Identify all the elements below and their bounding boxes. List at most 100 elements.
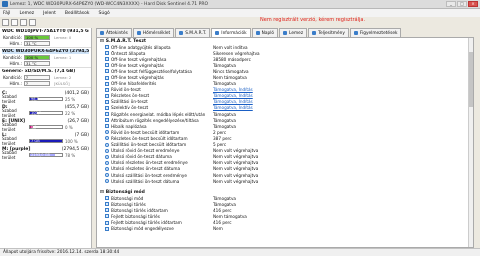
info-content: ⊟ S.M.A.R.T. Teszt Off-line adatgyűjtés … [96, 37, 474, 248]
status-icon [105, 124, 109, 129]
smart-row-value[interactable]: Támogatva, Indítás [213, 93, 283, 98]
scrollbar-thumb[interactable] [469, 52, 473, 107]
tab-3[interactable]: Információk [211, 28, 251, 37]
security-row-value: Támogatva [213, 201, 236, 207]
smart-row-value: 387 perc [213, 135, 232, 141]
status-icon [105, 118, 109, 123]
partition-size: (7 GB) [74, 133, 89, 138]
tab-4[interactable]: Napló [251, 28, 279, 37]
tab-bar: Áttekintés Hőmérséklet S.M.A.R.T. Informáci… [96, 28, 480, 37]
tab-icon [353, 31, 358, 35]
tab-label: Teljesítmény [318, 30, 345, 36]
tab-1[interactable]: Hőmérséklet [132, 28, 175, 37]
collapse-icon[interactable]: ⊟ [100, 39, 104, 44]
temperature-label: Hőm.: [9, 40, 22, 46]
tab-7[interactable]: Figyelmeztetések [349, 28, 402, 37]
free-space-fill: 100,5 GB [30, 111, 42, 118]
maximize-button[interactable]: □ [457, 1, 467, 7]
free-space-fill: 2193,0 GB [30, 153, 55, 157]
status-icon [105, 226, 109, 231]
smart-row-name: Utolsó szállítási ön-teszt dátuma [111, 178, 180, 184]
menu-file[interactable]: Fájl [3, 11, 10, 16]
security-row-name: Biztonsági mód [111, 195, 144, 201]
smart-row-value: Támogatva [213, 62, 236, 68]
free-space-fill: 7 GB [30, 139, 62, 143]
tab-label: Hőmérséklet [142, 30, 171, 36]
condition-value: 100 % [24, 34, 50, 40]
smart-row-name: Utolsó rövid ön-teszt eredménye [111, 148, 180, 154]
tab-2[interactable]: S.M.A.R.T. [175, 28, 211, 37]
free-space-label: Szabad terület [2, 94, 17, 104]
smart-row-name: Rögzítés energiaelat. módba lépés előtt/… [111, 111, 206, 117]
partition-size: (455,7 GB) [64, 105, 89, 110]
menu-bar: Fájl Lemez Jelent Beállítások Súgó [0, 9, 480, 17]
refresh-icon[interactable] [2, 19, 9, 26]
vertical-scrollbar[interactable] [468, 38, 473, 247]
disk-item[interactable]: WDC WD30PURX-64P6ZY0 (2794,5 GB)Kondíció… [0, 48, 91, 68]
minimize-button[interactable]: _ [446, 1, 456, 7]
tab-icon [312, 31, 317, 35]
smart-row-name: Off-line hibafelderítés [111, 81, 157, 87]
menu-settings[interactable]: Beállítások [65, 11, 90, 16]
smart-section-title: S.M.A.R.T. Teszt [105, 38, 147, 44]
menu-disk[interactable]: Lemez [19, 11, 34, 16]
security-row-name: Biztonsági törlés időtartam [111, 207, 168, 213]
tab-6[interactable]: Teljesítmény [308, 28, 349, 37]
partition-size: (2794,5 GB) [61, 147, 89, 152]
smart-row-name: Off-line teszt felfüggesztése/folytatása [111, 68, 192, 74]
condition-value: ? [24, 74, 50, 80]
free-space-fill: 0,2 GB [30, 125, 37, 132]
tab-0[interactable]: Áttekintés [96, 28, 132, 37]
close-button[interactable]: × [468, 1, 478, 7]
tab-label: Napló [261, 30, 275, 36]
status-icon [105, 130, 109, 135]
smart-row-value[interactable]: Támogatva, Indítás [213, 99, 283, 104]
registration-notice[interactable]: Nem regisztrált verzió, kérem regisztrál… [260, 17, 365, 23]
smart-row-value[interactable]: Támogatva, Indítás [213, 105, 283, 110]
smart-row-value[interactable]: Támogatva, Indítás [213, 87, 283, 92]
smart-row-name: Off-line adatgyűjtés állapota [111, 44, 171, 50]
collapse-icon[interactable]: ⊟ [100, 190, 104, 195]
smart-row-name: Hibalk naplózása [111, 123, 147, 129]
condition-label: Kondíció: [2, 74, 22, 80]
smart-row-value: Támogatva [213, 123, 236, 129]
security-row-value: Nem támogatva [213, 213, 247, 219]
status-icon [105, 57, 109, 62]
disk-label: Lemez: 0 [54, 34, 72, 40]
settings-icon[interactable] [20, 19, 27, 26]
condition-label: Kondíció: [2, 54, 22, 60]
temperature-label: Hőm.: [9, 60, 22, 66]
help-icon[interactable] [29, 19, 36, 26]
status-icon [105, 69, 109, 74]
title-bar: Lemez: 1, WDC WD30PURX-64P6ZY0 (WD-WCC4N… [0, 0, 480, 9]
menu-report[interactable]: Jelent [43, 11, 56, 16]
tab-5[interactable]: Lemez [279, 28, 308, 37]
disk-label: Lemez: 1 [54, 54, 72, 60]
smart-row-value: Sikeresen végrehajtva [213, 50, 260, 56]
status-icon [105, 75, 109, 80]
status-icon [105, 142, 109, 147]
free-space-percent: 22 % [65, 110, 76, 116]
smart-row-name: Utolsó szállítási ön-teszt eredménye [111, 172, 187, 178]
status-icon [105, 196, 109, 201]
temperature-label: Hőm.: [9, 80, 22, 86]
smart-row: Utolsó szállítási ön-teszt dátuma Nem vol… [97, 178, 473, 184]
security-row-value: 416 perc [213, 220, 232, 226]
disk-item[interactable]: Generic- xD/SD/M.S. (7,4 GB) Kondíció:? Le… [0, 68, 91, 88]
disk-item[interactable]: WDC WD10JPVT-75A1YT0 (931,5 GB) Kondíció:… [0, 28, 91, 48]
free-space-label: Szabad terület [2, 136, 17, 146]
free-space-percent: 25 % [65, 96, 76, 102]
smart-row-name: Szállítási ön-teszt becsült időtartam [111, 142, 187, 148]
smart-row-name: Részletes ön-teszt [111, 93, 150, 99]
menu-help[interactable]: Súgó [98, 11, 109, 16]
smart-row-value: 38580 másodperc [213, 56, 251, 62]
tab-icon [283, 31, 288, 35]
smart-row-value: Nem támogatva [213, 75, 247, 81]
report-icon[interactable] [11, 19, 18, 26]
tab-label: Figyelmeztetések [359, 30, 398, 36]
smart-row-value: Támogatva [213, 81, 236, 87]
smart-row-name: Utolsó részletes ön-teszt dátuma [111, 166, 181, 172]
security-row-value: 416 perc [213, 207, 232, 213]
status-bar: Állapot utoljára frissítve: 2016.12.14. … [0, 248, 480, 256]
partition-size: (26,7 GB) [67, 119, 89, 124]
